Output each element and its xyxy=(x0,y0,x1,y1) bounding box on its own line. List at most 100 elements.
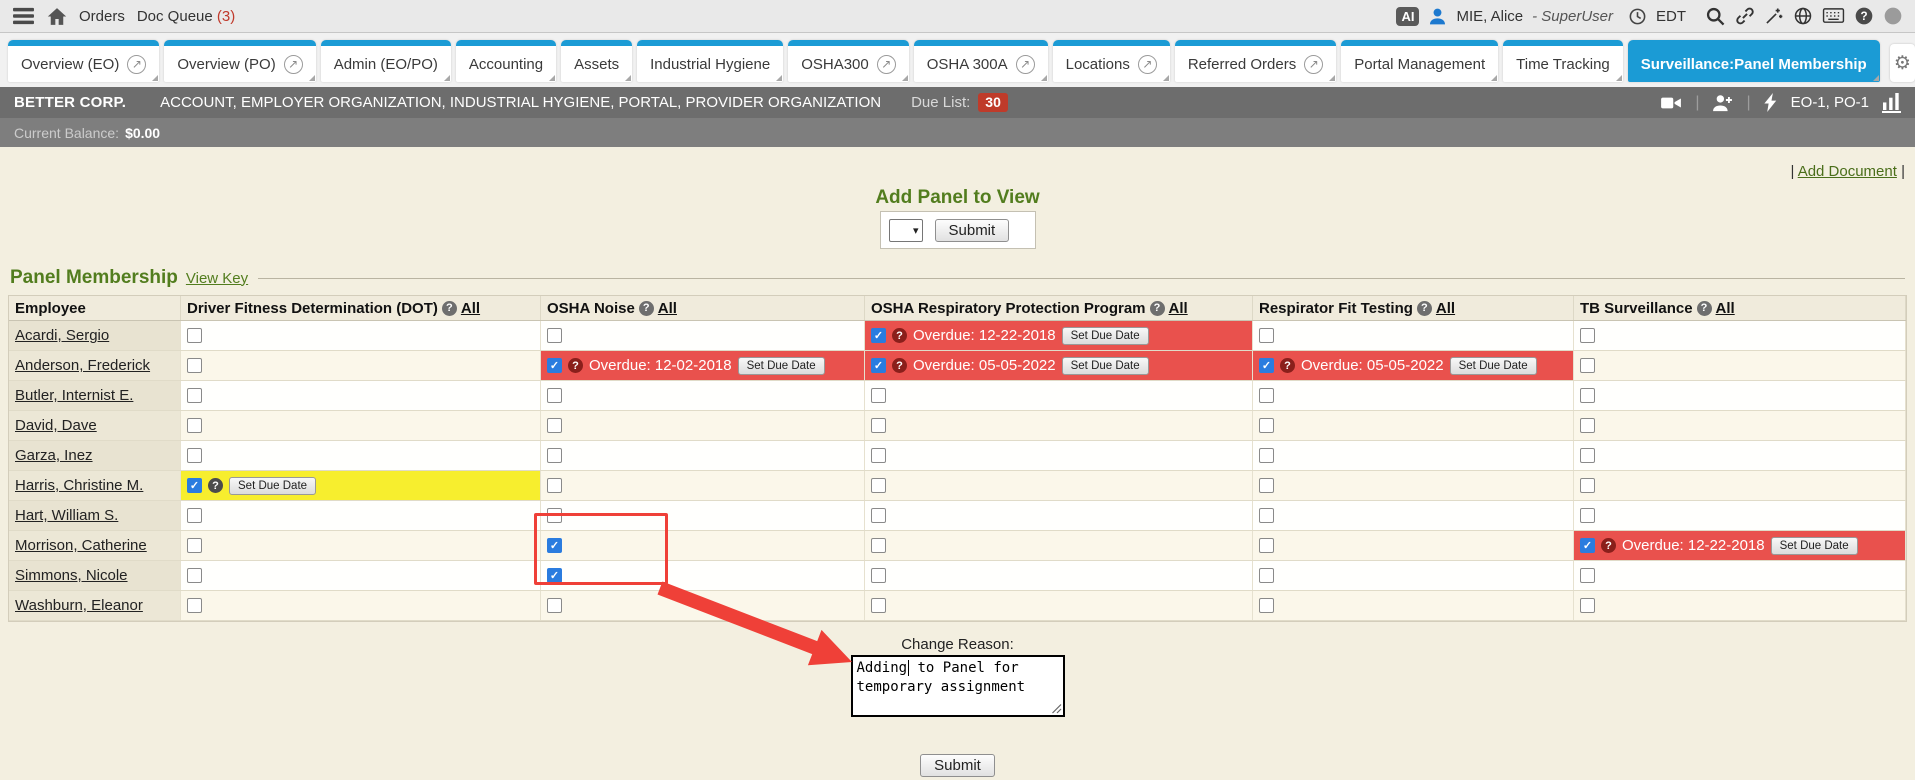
panel-checkbox[interactable] xyxy=(1259,388,1274,403)
employee-link[interactable]: Hart, William S. xyxy=(15,507,118,524)
tab-assets[interactable]: Assets xyxy=(561,40,632,82)
add-person-icon[interactable] xyxy=(1712,94,1733,112)
panel-checkbox[interactable] xyxy=(871,388,886,403)
panel-checkbox[interactable] xyxy=(1580,568,1595,583)
help-icon[interactable]: ? xyxy=(1280,358,1295,373)
panel-checkbox[interactable]: ✓ xyxy=(1580,538,1595,553)
panel-checkbox[interactable] xyxy=(1580,388,1595,403)
nav-orders[interactable]: Orders xyxy=(79,8,125,25)
panel-checkbox[interactable] xyxy=(1259,328,1274,343)
employee-link[interactable]: Butler, Internist E. xyxy=(15,387,133,404)
help-icon[interactable]: ? xyxy=(892,358,907,373)
panel-checkbox[interactable] xyxy=(1259,418,1274,433)
help-icon[interactable]: ? xyxy=(568,358,583,373)
search-icon[interactable] xyxy=(1705,6,1726,27)
add-document-link[interactable]: Add Document xyxy=(1798,163,1897,180)
tab-overview-eo-[interactable]: Overview (EO)↗ xyxy=(8,40,159,82)
hamburger-menu-icon[interactable] xyxy=(12,6,35,26)
panel-checkbox[interactable]: ✓ xyxy=(871,358,886,373)
select-all-link[interactable]: All xyxy=(1436,300,1455,317)
ai-badge[interactable]: AI xyxy=(1396,7,1419,26)
panel-checkbox[interactable]: ✓ xyxy=(547,538,562,553)
employee-link[interactable]: Simmons, Nicole xyxy=(15,567,128,584)
select-all-link[interactable]: All xyxy=(1716,300,1735,317)
tab-industrial-hygiene[interactable]: Industrial Hygiene xyxy=(637,40,783,82)
video-camera-icon[interactable] xyxy=(1660,94,1682,112)
panel-checkbox[interactable] xyxy=(187,328,202,343)
panel-checkbox[interactable] xyxy=(1259,568,1274,583)
panel-checkbox[interactable] xyxy=(187,448,202,463)
due-list-count-badge[interactable]: 30 xyxy=(978,93,1008,112)
select-all-link[interactable]: All xyxy=(1169,300,1188,317)
tab-admin-eo-po-[interactable]: Admin (EO/PO) xyxy=(321,40,451,82)
set-due-date-button[interactable]: Set Due Date xyxy=(229,477,316,495)
panel-checkbox[interactable] xyxy=(187,508,202,523)
panel-checkbox[interactable] xyxy=(187,388,202,403)
panel-checkbox[interactable] xyxy=(547,418,562,433)
tab-accounting[interactable]: Accounting xyxy=(456,40,556,82)
tab-time-tracking[interactable]: Time Tracking xyxy=(1503,40,1623,82)
panel-checkbox[interactable] xyxy=(1580,448,1595,463)
panel-checkbox[interactable]: ✓ xyxy=(1259,358,1274,373)
tab-referred-orders[interactable]: Referred Orders↗ xyxy=(1175,40,1336,82)
help-icon[interactable]: ? xyxy=(442,301,457,316)
panel-checkbox[interactable] xyxy=(871,508,886,523)
help-icon[interactable]: ? xyxy=(1601,538,1616,553)
panel-checkbox[interactable] xyxy=(187,598,202,613)
help-icon[interactable]: ? xyxy=(639,301,654,316)
bar-chart-icon[interactable] xyxy=(1882,93,1901,113)
tab-locations[interactable]: Locations↗ xyxy=(1053,40,1170,82)
panel-checkbox[interactable] xyxy=(547,508,562,523)
help-icon[interactable]: ? xyxy=(1150,301,1165,316)
link-icon[interactable] xyxy=(1735,6,1755,26)
panel-checkbox[interactable] xyxy=(1580,418,1595,433)
lightning-icon[interactable] xyxy=(1764,93,1778,112)
panel-checkbox[interactable] xyxy=(871,598,886,613)
set-due-date-button[interactable]: Set Due Date xyxy=(1450,357,1537,375)
employee-link[interactable]: David, Dave xyxy=(15,417,97,434)
panel-checkbox[interactable] xyxy=(547,388,562,403)
panel-checkbox[interactable] xyxy=(1580,328,1595,343)
panel-checkbox[interactable] xyxy=(1259,508,1274,523)
employee-link[interactable]: Harris, Christine M. xyxy=(15,477,143,494)
panel-checkbox[interactable] xyxy=(871,448,886,463)
panel-checkbox[interactable] xyxy=(871,538,886,553)
nav-doc-queue[interactable]: Doc Queue (3) xyxy=(137,8,235,25)
panel-checkbox[interactable] xyxy=(871,478,886,493)
panel-checkbox[interactable] xyxy=(871,418,886,433)
panel-checkbox[interactable] xyxy=(187,358,202,373)
help-icon[interactable]: ? xyxy=(1854,6,1874,26)
panel-checkbox[interactable] xyxy=(547,448,562,463)
panel-checkbox[interactable] xyxy=(547,598,562,613)
tab-osha-300a[interactable]: OSHA 300A↗ xyxy=(914,40,1048,82)
wand-icon[interactable] xyxy=(1764,6,1784,26)
employee-link[interactable]: Anderson, Frederick xyxy=(15,357,150,374)
keyboard-icon[interactable] xyxy=(1822,7,1845,25)
add-panel-submit-button[interactable]: Submit xyxy=(935,219,1010,242)
panel-checkbox[interactable] xyxy=(547,328,562,343)
panel-checkbox[interactable] xyxy=(1259,538,1274,553)
panel-checkbox[interactable]: ✓ xyxy=(547,358,562,373)
help-icon[interactable]: ? xyxy=(1417,301,1432,316)
set-due-date-button[interactable]: Set Due Date xyxy=(738,357,825,375)
help-icon[interactable]: ? xyxy=(1697,301,1712,316)
set-due-date-button[interactable]: Set Due Date xyxy=(1062,327,1149,345)
employee-link[interactable]: Morrison, Catherine xyxy=(15,537,147,554)
panel-checkbox[interactable] xyxy=(1259,478,1274,493)
panel-checkbox[interactable] xyxy=(1259,598,1274,613)
change-reason-submit-button[interactable]: Submit xyxy=(920,754,995,777)
view-key-link[interactable]: View Key xyxy=(186,270,248,287)
panel-checkbox[interactable] xyxy=(1580,478,1595,493)
employee-link[interactable]: Acardi, Sergio xyxy=(15,327,109,344)
panel-checkbox[interactable] xyxy=(1580,598,1595,613)
panel-checkbox[interactable] xyxy=(187,418,202,433)
change-reason-textarea[interactable]: Adding to Panel for temporary assignment xyxy=(851,655,1065,717)
tab-portal-management[interactable]: Portal Management xyxy=(1341,40,1498,82)
set-due-date-button[interactable]: Set Due Date xyxy=(1771,537,1858,555)
tab-settings-gear-button[interactable]: ⚙ xyxy=(1890,44,1915,82)
employee-link[interactable]: Garza, Inez xyxy=(15,447,93,464)
panel-checkbox[interactable] xyxy=(871,568,886,583)
panel-checkbox[interactable] xyxy=(547,478,562,493)
globe-icon[interactable] xyxy=(1793,6,1813,26)
tab-surveillance-panel-membership[interactable]: Surveillance:Panel Membership xyxy=(1628,40,1880,82)
